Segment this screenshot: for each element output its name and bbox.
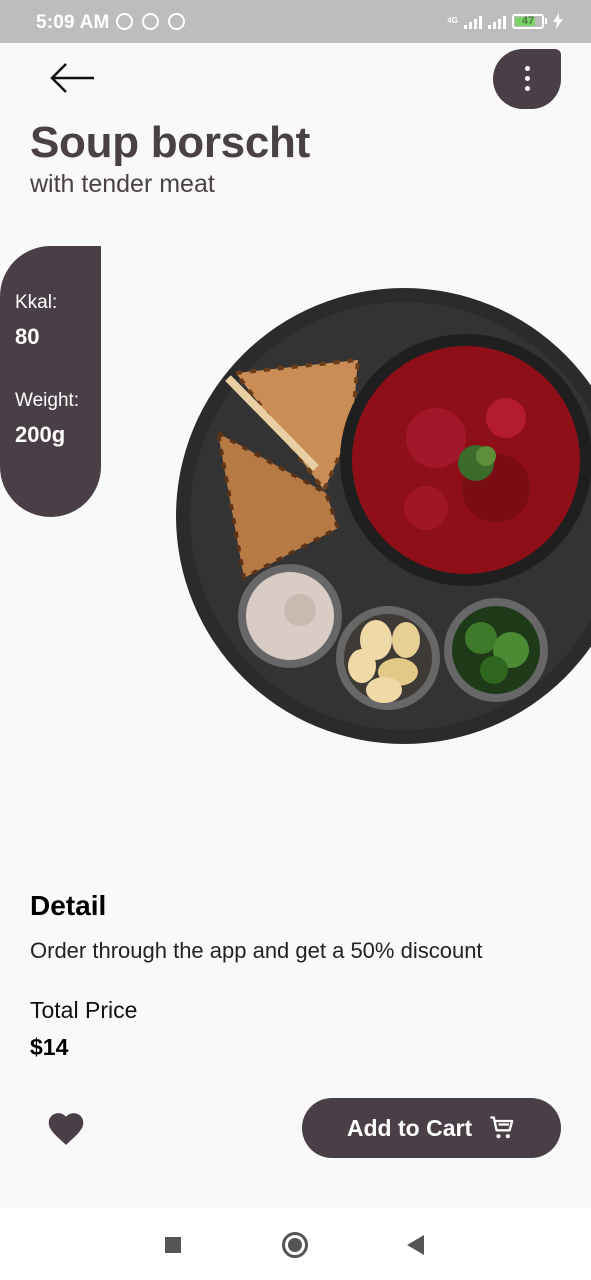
network-type: 4G [447, 16, 458, 25]
system-nav-bar [0, 1208, 591, 1280]
signal-icon-2 [488, 13, 506, 29]
more-vertical-icon [525, 66, 530, 71]
detail-description: Order through the app and get a 50% disc… [30, 938, 483, 963]
battery-tip [545, 18, 547, 24]
vpn-icon [142, 13, 159, 30]
page-title: Soup borscht [30, 118, 310, 167]
cart-icon [490, 1116, 514, 1139]
sync-icon [168, 13, 185, 30]
back-button[interactable] [48, 60, 100, 96]
kkal-label: Kkal: [15, 292, 58, 313]
more-menu-button[interactable] [493, 49, 561, 109]
charging-icon [553, 13, 563, 29]
signal-icon [464, 13, 482, 29]
menu-dot-2 [525, 76, 530, 81]
add-to-cart-button[interactable]: Add to Cart [302, 1098, 561, 1158]
favorite-button[interactable] [45, 1108, 87, 1146]
heart-icon [48, 1113, 84, 1145]
home-icon[interactable] [282, 1232, 308, 1258]
total-price-label: Total Price [30, 997, 138, 1023]
weight-value: 200g [15, 422, 66, 447]
recents-icon[interactable] [165, 1237, 181, 1253]
status-time: 5:09 AM [36, 12, 110, 33]
weight-label: Weight: [15, 390, 80, 411]
kkal-value: 80 [15, 324, 40, 349]
menu-dot-3 [525, 86, 530, 91]
borscht-plate-image [176, 288, 591, 744]
page-subtitle: with tender meat [30, 170, 215, 198]
status-icons-left [116, 13, 185, 30]
alarm-icon [116, 13, 133, 30]
back-nav-icon[interactable] [407, 1235, 424, 1255]
add-to-cart-label: Add to Cart [346, 1114, 473, 1141]
arrow-left-icon [50, 63, 94, 93]
battery-icon: 47 [512, 13, 544, 29]
total-price-value: $14 [30, 1034, 69, 1060]
status-bar: 5:09 AM 4G 47 [0, 0, 591, 43]
battery-level: 47 [521, 14, 535, 27]
status-icons-right: 4G 47 [447, 13, 563, 29]
nutrition-info-card: Kkal: 80 Weight: 200g [0, 246, 101, 517]
detail-heading: Detail [30, 890, 107, 921]
